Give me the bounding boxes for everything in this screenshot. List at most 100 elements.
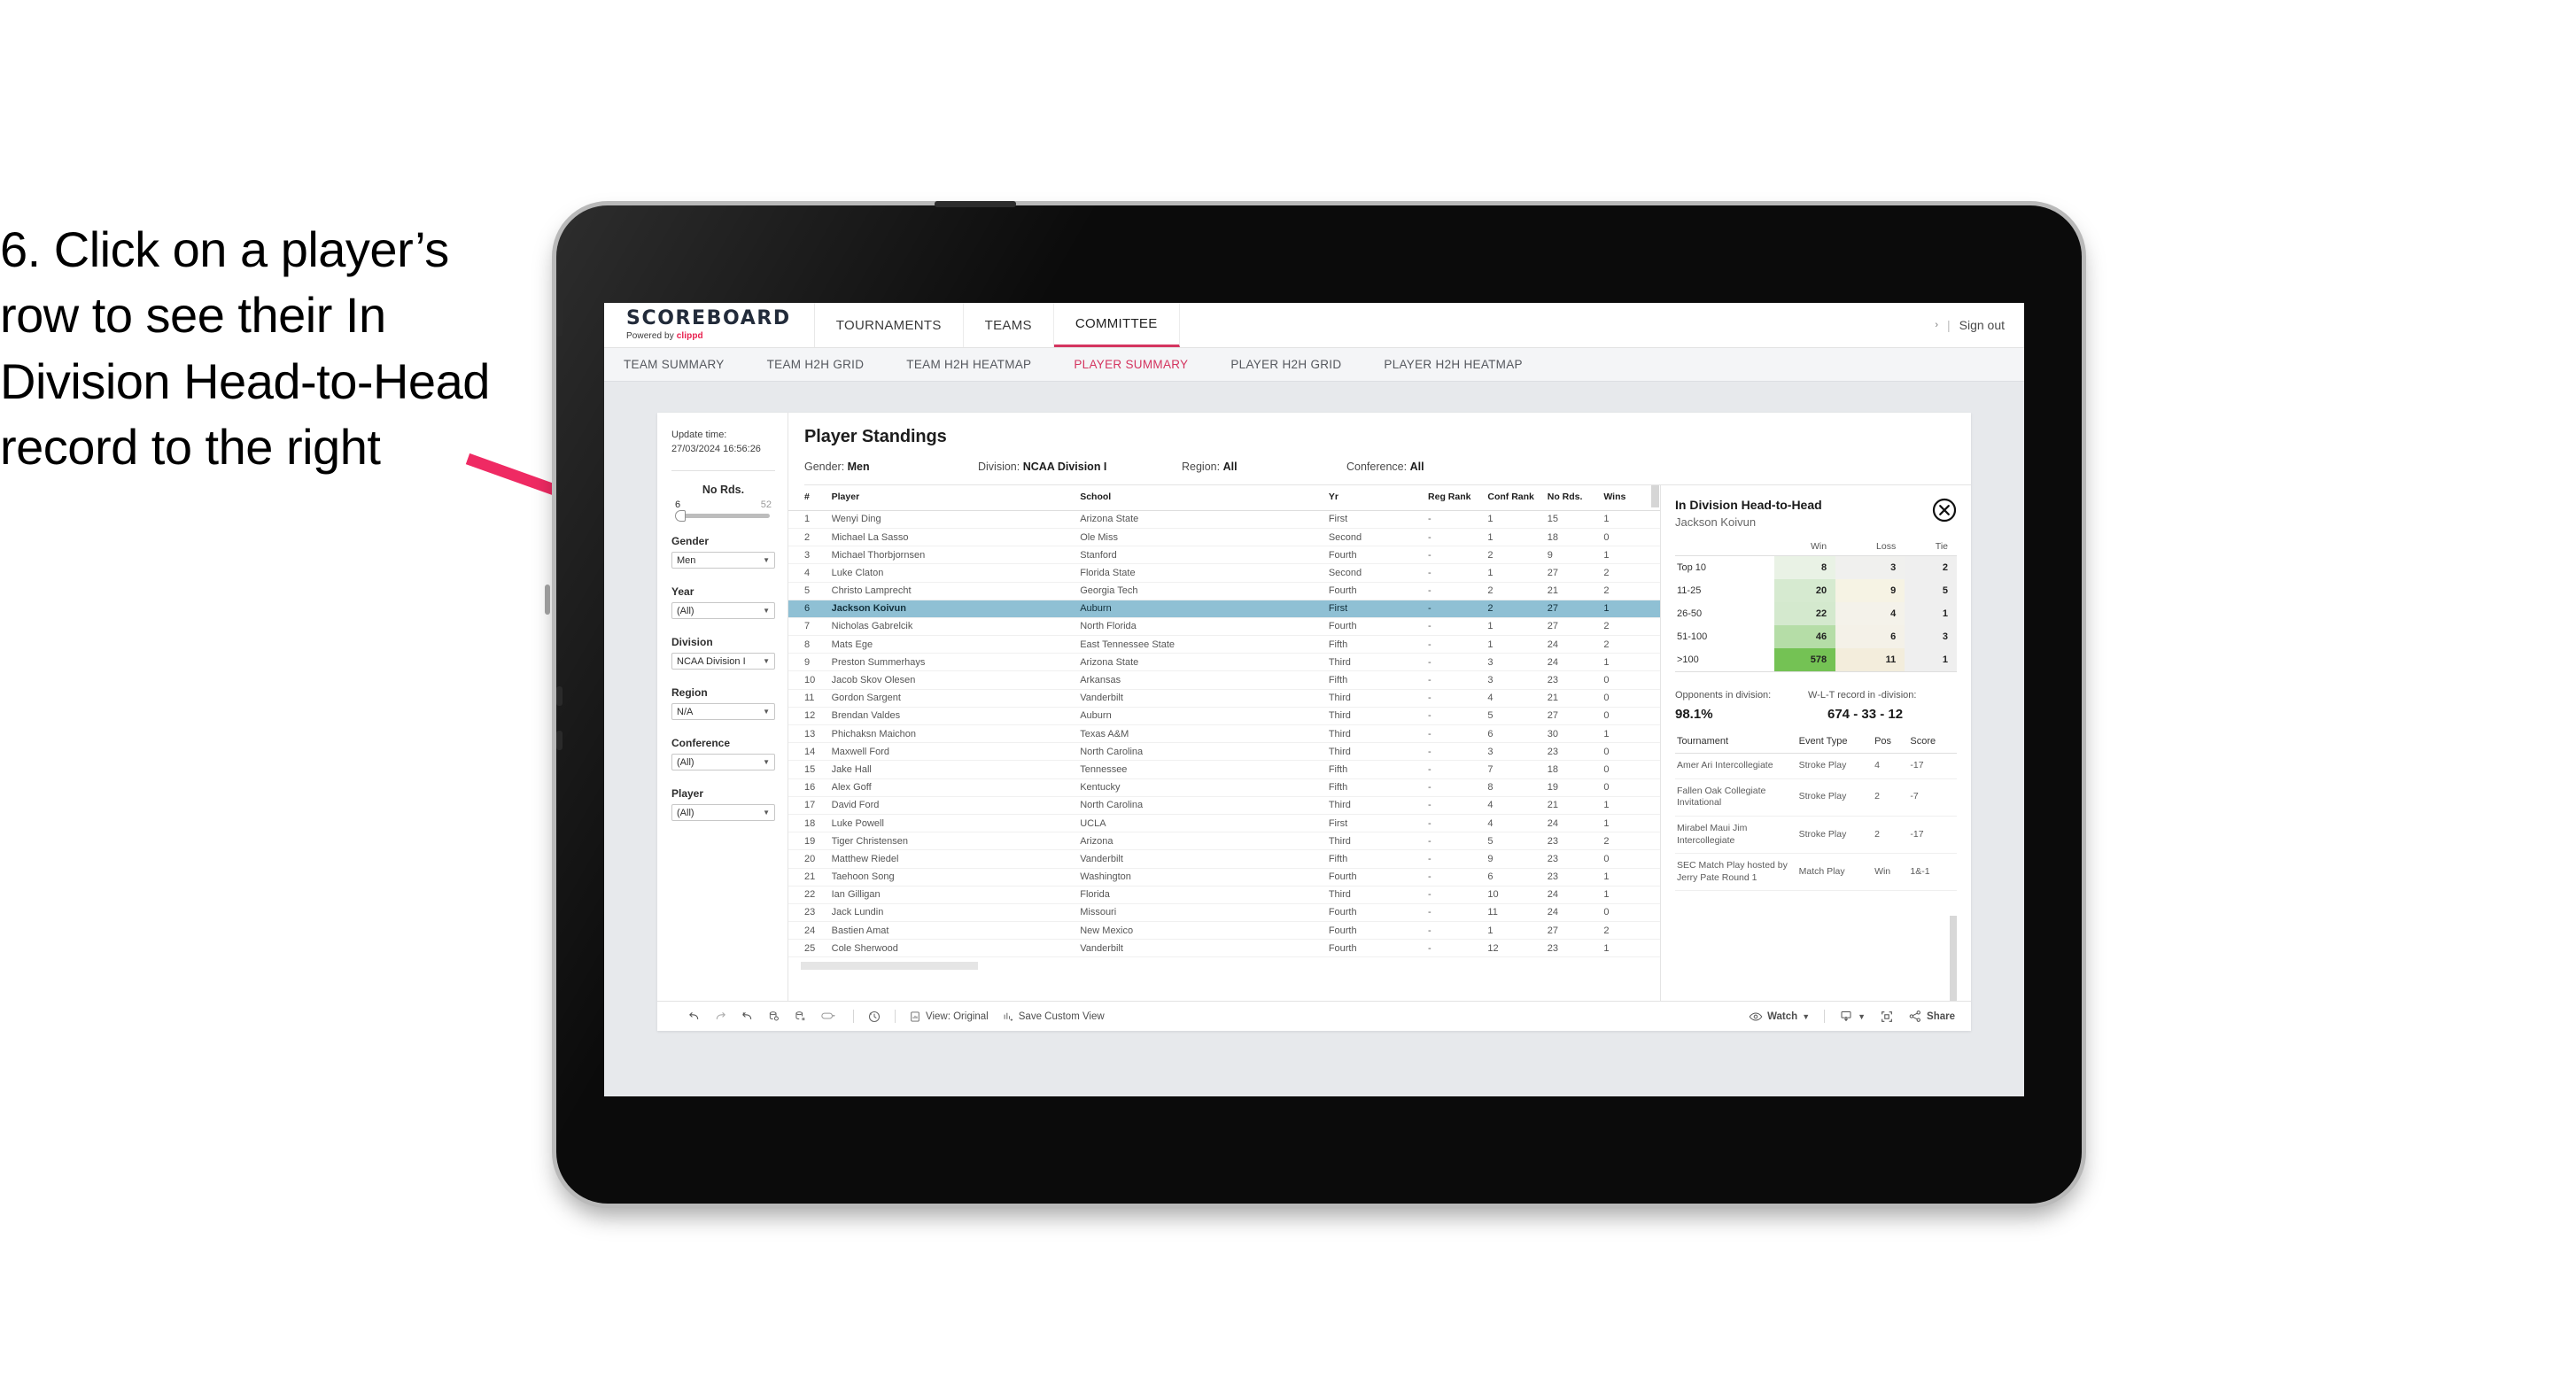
cell-no-rds: 15: [1547, 510, 1604, 529]
table-row[interactable]: 7 Nicholas Gabrelcik North Florida Fourth -1…: [788, 617, 1660, 637]
col-year[interactable]: Yr: [1328, 485, 1429, 511]
col-rank[interactable]: #: [788, 485, 832, 511]
cell-year: Third: [1328, 653, 1429, 672]
filter-division-select[interactable]: NCAA Division I ▼: [671, 653, 775, 670]
table-row[interactable]: 19 Tiger Christensen Arizona Third -5 23 2: [788, 832, 1660, 851]
col-conf-rank[interactable]: Conf Rank: [1487, 485, 1548, 511]
dashboard-body: Update time: 27/03/2024 16:56:26 No Rds.…: [657, 413, 1971, 1001]
undo-icon[interactable]: [687, 1010, 701, 1023]
table-row[interactable]: 5 Christo Lamprecht Georgia Tech Fourth -2 21…: [788, 582, 1660, 600]
slider-handle[interactable]: [675, 510, 686, 523]
col-no-rds[interactable]: No Rds.: [1547, 485, 1604, 511]
volume-button-top[interactable]: [545, 585, 550, 615]
cell-score: -17: [1908, 816, 1957, 855]
chevron-down-icon: ▼: [763, 657, 770, 666]
filter-year-select[interactable]: (All) ▼: [671, 602, 775, 620]
table-row[interactable]: 21 Taehoon Song Washington Fourth -6 23 1: [788, 868, 1660, 887]
cell-player: Matthew Riedel: [831, 849, 1081, 869]
volume-up-button[interactable]: [556, 686, 563, 706]
table-row[interactable]: 4 Luke Claton Florida State Second -1 27 2: [788, 563, 1660, 583]
cell-year: Third: [1328, 796, 1429, 815]
sign-out-button[interactable]: Sign out: [1959, 318, 2005, 332]
cell-conf-rank: 4: [1487, 814, 1548, 833]
refresh-data-icon[interactable]: [767, 1010, 780, 1023]
cell-conf-rank: 1: [1487, 635, 1548, 654]
table-row[interactable]: 25 Cole Sherwood Vanderbilt Fourth -12 23 1: [788, 939, 1660, 958]
slider-track[interactable]: [675, 510, 770, 523]
cell-reg-rank: -: [1428, 528, 1488, 547]
col-player[interactable]: Player: [831, 485, 1081, 511]
filter-region-select[interactable]: N/A ▼: [671, 703, 775, 721]
nav-item-tournaments[interactable]: TOURNAMENTS: [815, 303, 964, 347]
cell-conf-rank: 5: [1487, 707, 1548, 726]
table-row[interactable]: 24 Bastien Amat New Mexico Fourth -1 27 2: [788, 921, 1660, 941]
h2h-bucket-label: Top 10: [1675, 555, 1775, 579]
tab-team-h2h-heatmap[interactable]: TEAM H2H HEATMAP: [885, 358, 1052, 371]
cell-rank: 14: [788, 742, 832, 762]
table-row[interactable]: 20 Matthew Riedel Vanderbilt Fifth -9 23 0: [788, 849, 1660, 869]
table-row[interactable]: 3 Michael Thorbjornsen Stanford Fourth -2 9 1: [788, 546, 1660, 565]
table-row[interactable]: 12 Brendan Valdes Auburn Third -5 27 0: [788, 707, 1660, 726]
table-row[interactable]: 1 Wenyi Ding Arizona State First -1 15 1: [788, 510, 1660, 529]
tab-player-h2h-heatmap[interactable]: PLAYER H2H HEATMAP: [1362, 358, 1543, 371]
brand-logo[interactable]: SCOREBOARD Powered by clippd: [604, 303, 815, 347]
download-button[interactable]: ▼: [1839, 1010, 1866, 1023]
pause-updates-icon[interactable]: [794, 1010, 807, 1023]
filter-player-select[interactable]: (All) ▼: [671, 804, 775, 822]
table-row[interactable]: 16 Alex Goff Kentucky Fifth -8 19 0: [788, 778, 1660, 797]
tab-team-summary[interactable]: TEAM SUMMARY: [624, 358, 746, 371]
view-original-button[interactable]: View: Original: [909, 1010, 989, 1023]
table-row[interactable]: 17 David Ford North Carolina Third -4 21 1: [788, 796, 1660, 815]
tab-player-h2h-grid[interactable]: PLAYER H2H GRID: [1209, 358, 1362, 371]
chevron-right-icon[interactable]: ›: [1935, 320, 1938, 330]
col-school[interactable]: School: [1080, 485, 1329, 511]
table-row[interactable]: 18 Luke Powell UCLA First -4 24 1: [788, 814, 1660, 833]
cell-year: Third: [1328, 689, 1429, 708]
dashboard-card: Update time: 27/03/2024 16:56:26 No Rds.…: [657, 413, 1971, 1031]
col-reg-rank[interactable]: Reg Rank: [1428, 485, 1488, 511]
redo-icon[interactable]: [714, 1010, 727, 1023]
table-row[interactable]: 8 Mats Ege East Tennessee State Fifth -1 24 2: [788, 635, 1660, 654]
table-row[interactable]: 6 Jackson Koivun Auburn First -2 27 1: [788, 600, 1660, 618]
nav-item-teams[interactable]: TEAMS: [964, 303, 1054, 347]
chevron-down-icon: ▼: [1858, 1011, 1866, 1021]
secondary-nav: TEAM SUMMARY TEAM H2H GRID TEAM H2H HEAT…: [604, 348, 2024, 382]
history-icon[interactable]: [867, 1010, 881, 1024]
side-button[interactable]: [556, 301, 563, 337]
share-button[interactable]: Share: [1908, 1010, 1955, 1023]
tab-player-summary[interactable]: PLAYER SUMMARY: [1052, 358, 1209, 371]
revert-icon[interactable]: [741, 1010, 754, 1023]
table-horizontal-scrollbar[interactable]: [801, 962, 978, 971]
table-row[interactable]: 23 Jack Lundin Missouri Fourth -11 24 0: [788, 903, 1660, 923]
fullscreen-icon[interactable]: [1880, 1010, 1894, 1024]
tournament-row[interactable]: SEC Match Play hosted by Jerry Pate Roun…: [1675, 853, 1957, 892]
tournament-row[interactable]: Amer Ari Intercollegiate Stroke Play 4 -17: [1675, 753, 1957, 779]
table-row[interactable]: 9 Preston Summerhays Arizona State Third -3 2…: [788, 653, 1660, 672]
table-row[interactable]: 11 Gordon Sargent Vanderbilt Third -4 21 0: [788, 689, 1660, 708]
cell-reg-rank: -: [1428, 760, 1488, 779]
filter-gender-select[interactable]: Men ▼: [671, 552, 775, 569]
table-row[interactable]: 2 Michael La Sasso Ole Miss Second -1 18 0: [788, 528, 1660, 547]
volume-down-button[interactable]: [556, 731, 563, 750]
stat-opponents-label: Opponents in division:: [1675, 690, 1772, 701]
nav-item-committee[interactable]: COMMITTEE: [1053, 303, 1180, 347]
table-row[interactable]: 13 Phichaksn Maichon Texas A&M Third -6 30 1: [788, 724, 1660, 744]
power-button[interactable]: [935, 201, 1016, 207]
close-circle-icon[interactable]: [1932, 498, 1957, 523]
save-custom-view-button[interactable]: Save Custom View: [1002, 1010, 1105, 1023]
table-row[interactable]: 14 Maxwell Ford North Carolina Third -3 23 0: [788, 742, 1660, 762]
tab-team-h2h-grid[interactable]: TEAM H2H GRID: [746, 358, 886, 371]
table-vertical-scrollbar[interactable]: [1651, 485, 1659, 507]
h2h-col-tie: Tie: [1935, 541, 1948, 552]
col-event-type: Event Type: [1796, 736, 1874, 754]
watch-button[interactable]: Watch ▼: [1749, 1010, 1810, 1023]
highlight-icon[interactable]: [820, 1010, 840, 1023]
cell-no-rds: 24: [1547, 653, 1604, 672]
tournament-row[interactable]: Fallen Oak Collegiate Invitational Stroke…: [1675, 778, 1957, 817]
tournament-scrollbar[interactable]: [1950, 916, 1957, 1001]
table-row[interactable]: 22 Ian Gilligan Florida Third -10 24 1: [788, 886, 1660, 904]
filter-conference-select[interactable]: (All) ▼: [671, 754, 775, 771]
tournament-row[interactable]: Mirabel Maui Jim Intercollegiate Stroke P…: [1675, 816, 1957, 855]
table-row[interactable]: 15 Jake Hall Tennessee Fifth -7 18 0: [788, 760, 1660, 779]
table-row[interactable]: 10 Jacob Skov Olesen Arkansas Fifth -3 23 0: [788, 670, 1660, 690]
